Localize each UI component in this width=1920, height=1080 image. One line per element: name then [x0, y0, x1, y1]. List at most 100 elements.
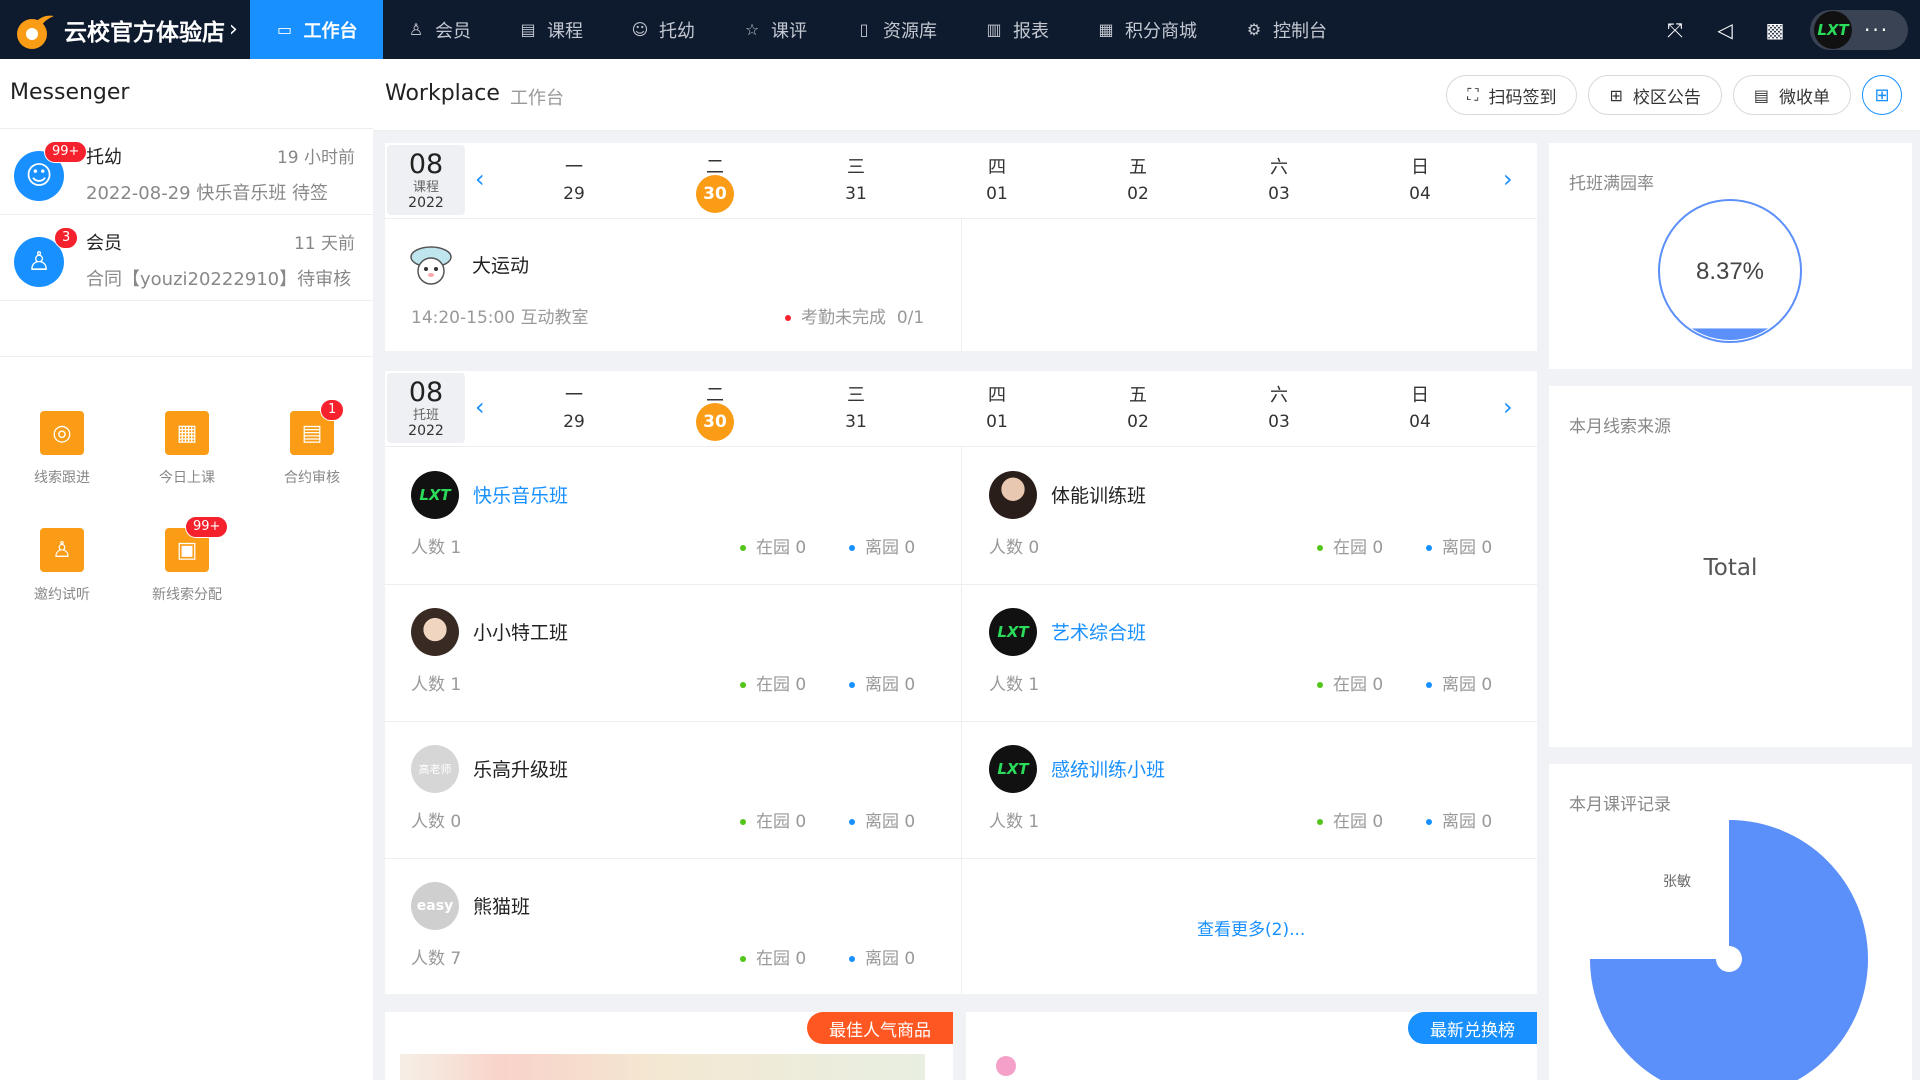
nav-members[interactable]: ♙ 会员	[383, 0, 495, 59]
notification-icon[interactable]: ◁	[1700, 18, 1750, 42]
course-name[interactable]: 大运动	[472, 251, 529, 278]
day-cell[interactable]: 四 01	[967, 153, 1027, 213]
brand-name: 云校官方体验店	[64, 19, 225, 46]
class-name[interactable]: 乐高升级班	[473, 755, 568, 782]
nav-resources[interactable]: ▯ 资源库	[831, 0, 961, 59]
in-school-count: 在园 0	[1317, 670, 1383, 695]
lead-source-card: 本月线索来源 Total	[1549, 386, 1912, 747]
brand[interactable]: 云校官方体验店 ›	[0, 0, 250, 59]
day-cell[interactable]: 四 01	[967, 381, 1027, 441]
day-number: 31	[845, 412, 867, 432]
nav-label: 托幼	[659, 20, 695, 42]
prev-week-icon[interactable]: ‹	[475, 393, 485, 421]
nav-label: 报表	[1013, 20, 1049, 42]
in-school-count: 在园 0	[1317, 533, 1383, 558]
pie-label: 张敏	[1663, 873, 1691, 889]
stat-label: 离园 0	[865, 949, 916, 969]
day-number: 29	[563, 412, 585, 432]
button-label: 扫码签到	[1488, 87, 1557, 108]
occupancy-value: 8.37%	[1696, 258, 1764, 285]
user-icon: ♙	[408, 20, 424, 39]
class-name-link[interactable]: 艺术综合班	[1051, 618, 1146, 645]
campus-notice-button[interactable]: ⊞ 校区公告	[1588, 75, 1722, 115]
day-cell[interactable]: 六 03	[1249, 153, 1309, 213]
fullscreen-icon[interactable]: ⤧	[1650, 18, 1700, 42]
prev-week-icon[interactable]: ‹	[475, 165, 485, 193]
more-icon: ···	[1864, 17, 1890, 42]
class-name-link[interactable]: 感统训练小班	[1051, 755, 1165, 782]
shop-icon: ▦	[1098, 20, 1114, 39]
qrcode-icon[interactable]: ▩	[1750, 18, 1800, 42]
day-cell[interactable]: 六 03	[1249, 381, 1309, 441]
class-name[interactable]: 小小特工班	[473, 618, 568, 645]
quick-today-class[interactable]: ▦ 今日上课	[132, 411, 242, 487]
in-school-count: 在园 0	[740, 670, 806, 695]
product-banner-image[interactable]	[400, 1054, 925, 1080]
next-week-icon[interactable]: ›	[1503, 393, 1513, 421]
status-dot	[1426, 819, 1432, 825]
date-box: 08 托班 2022	[387, 373, 465, 443]
nav-console[interactable]: ⚙ 控制台	[1221, 0, 1351, 59]
day-cell[interactable]: 日 04	[1390, 153, 1450, 213]
message-item[interactable]: ♙ 3 会员 11 天前 合同【youzi20222910】待审核	[0, 215, 373, 301]
monitor-icon: ▭	[276, 20, 293, 39]
day-number: 04	[1409, 412, 1431, 432]
nav-reviews[interactable]: ☆ 课评	[719, 0, 831, 59]
status-dot	[1317, 682, 1323, 688]
next-week-icon[interactable]: ›	[1503, 165, 1513, 193]
schedule-type: 课程	[412, 180, 439, 195]
quick-lead-assign[interactable]: ▣ 99+ 新线索分配	[132, 516, 242, 604]
nav-points-mall[interactable]: ▦ 积分商城	[1073, 0, 1221, 59]
app-grid-icon[interactable]: ⊞	[1862, 75, 1902, 115]
nav-reports[interactable]: ▥ 报表	[961, 0, 1073, 59]
stat-label: 离园 0	[1442, 812, 1493, 832]
book-icon: ▤	[520, 20, 536, 39]
day-cell[interactable]: 一 29	[544, 381, 604, 441]
bar-chart-icon: ▥	[986, 20, 1002, 39]
course-icon	[407, 241, 455, 289]
class-avatar: LXT	[989, 745, 1037, 793]
day-cell[interactable]: 日 04	[1390, 381, 1450, 441]
message-title: 会员	[86, 233, 122, 254]
quick-contract-review[interactable]: ▤ 1 合约审核	[257, 399, 367, 487]
scan-checkin-button[interactable]: ⛶ 扫码签到	[1446, 75, 1578, 115]
card-title: 托班满园率	[1569, 174, 1654, 194]
day-cell-today[interactable]: 二 30	[685, 153, 745, 213]
main-nav: ▭ 工作台 ♙ 会员 ▤ 课程 ☺ 托幼 ☆ 课评 ▯ 资源库 ▥ 报表 ▦ 积分商城 ⚙ 控制台	[250, 0, 1351, 59]
quick-invite-trial[interactable]: ♙ 邀约试听	[7, 528, 117, 604]
message-time: 19 小时前	[276, 148, 355, 168]
product-thumbnail[interactable]	[996, 1056, 1016, 1076]
status-dot	[740, 682, 746, 688]
class-name[interactable]: 熊猫班	[473, 892, 530, 919]
view-more-link[interactable]: 查看更多(2)...	[1197, 915, 1305, 940]
course-schedule-card: 08 课程 2022 ‹ 一 29 二 30 三 31 四 01 五 02 六 03 日 04…	[385, 143, 1537, 351]
day-cell[interactable]: 三 31	[826, 153, 886, 213]
day-cell[interactable]: 一 29	[544, 153, 604, 213]
nav-courses[interactable]: ▤ 课程	[495, 0, 607, 59]
year: 2022	[408, 423, 444, 439]
ribbon-label: 最佳人气商品	[807, 1012, 953, 1044]
message-item[interactable]: ☺ 99+ 托幼 19 小时前 2022-08-29 快乐音乐班 待签	[0, 129, 373, 215]
class-name-link[interactable]: 快乐音乐班	[473, 481, 568, 508]
card-title: 本月线索来源	[1569, 417, 1671, 437]
micro-payment-button[interactable]: ▤ 微收单	[1732, 75, 1851, 115]
user-menu[interactable]: LXT ···	[1810, 9, 1908, 50]
nav-nursery[interactable]: ☺ 托幼	[607, 0, 719, 59]
in-school-count: 在园 0	[740, 533, 806, 558]
nav-workbench[interactable]: ▭ 工作台	[250, 0, 383, 59]
quick-label: 线索跟进	[34, 470, 90, 486]
page-title: Workplace	[385, 81, 500, 106]
class-name[interactable]: 体能训练班	[1051, 481, 1146, 508]
stat-label: 在园 0	[756, 949, 807, 969]
day-cell[interactable]: 三 31	[826, 381, 886, 441]
status-dot	[1317, 819, 1323, 825]
class-avatar-photo	[989, 471, 1037, 519]
left-school-count: 离园 0	[1426, 670, 1492, 695]
day-cell[interactable]: 五 02	[1108, 381, 1168, 441]
day-cell[interactable]: 五 02	[1108, 153, 1168, 213]
nav-label: 课程	[547, 20, 583, 42]
quick-lead-followup[interactable]: ◎ 线索跟进	[7, 411, 117, 487]
receipt-icon: ▤	[1753, 85, 1769, 105]
status-dot	[849, 956, 855, 962]
day-cell-today[interactable]: 二 30	[685, 381, 745, 441]
